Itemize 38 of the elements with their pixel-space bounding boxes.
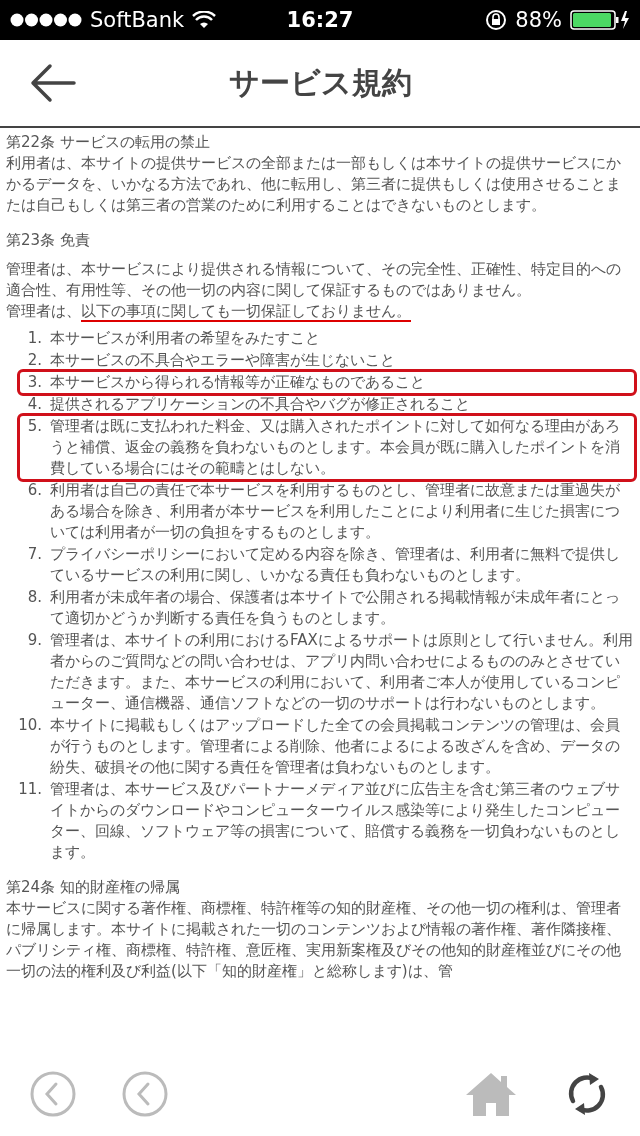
battery-icon xyxy=(570,10,630,30)
section-paragraph: 管理者は、以下の事項に関しても一切保証しておりません。 xyxy=(6,301,412,322)
list-number: 6. xyxy=(26,480,43,501)
list-item-text: 本サービスの不具合やエラーや障害が生じないこと xyxy=(50,350,396,371)
list-item-text: プライバシーポリシーにおいて定める内容を除き、管理者は、利用者に無料で提供しているサービスの利用に関し、いかなる責任も負わないものとします。 xyxy=(50,544,621,586)
list-number: 8. xyxy=(26,587,43,608)
list-number: 10. xyxy=(17,715,43,736)
list-item-text: 提供されるアプリケーションの不具合やバグが修正されること xyxy=(50,394,471,415)
list-item-text: 管理者は、本サイトの利用におけるFAXによるサポートは原則として行いません。利用者からのご質問などの問い合わせは、アプリ内問い合わせによるもののみとさせていただきます。また、本サービスの利用において、利用者ご本人が使用しているコンピューター、通信機器、通信ソフトなどの一切のサポートは行わないものとします。 xyxy=(50,630,634,714)
list-number: 2. xyxy=(26,350,43,371)
list-number: 9. xyxy=(26,630,43,651)
list-item-text: 利用者が未成年者の場合、保護者は本サイトで公開される掲載情報が未成年者にとって適切かどうか判断する責任を負うものとします。 xyxy=(50,587,621,629)
section-paragraph: 本サービスに関する著作権、商標権、特許権等の知的財産権、その他一切の権利は、管理者に帰属します。本サイトに掲載された一切のコンテンツおよび情報の著作権、著作隣接権、パブリシティ権、商標権、特許権、意匠権、実用新案権及びその他知的財産権並びにその他一切の法的権利及び利益(以下「知的財産権」と総称します)は、管 xyxy=(6,898,622,982)
back-button[interactable] xyxy=(30,63,76,103)
list-number: 4. xyxy=(26,394,43,415)
list-number: 1. xyxy=(26,328,43,349)
battery-percentage: 88% xyxy=(515,8,562,32)
section-heading: 第23条 免責 xyxy=(6,230,91,251)
list-item-text: 管理者は、本サービス及びパートナーメディア並びに広告主を含む第三者のウェブサイトからのダウンロードやコンピューターウイルス感染等により発生したコンピューター、回線、ソフトウェア等の損害について、賠償する義務を一切負わないものとします。 xyxy=(50,779,621,863)
carrier-name: SoftBank xyxy=(90,8,185,32)
list-item-text: 管理者は既に支払われた料金、又は購入されたポイントに対して如何なる理由があろうと補償、返金の義務を負わないものとします。本会員が既に購入したポイントを消費している場合にはその範疇とはしない。 xyxy=(50,416,621,479)
clock-time: 16:27 xyxy=(286,8,354,32)
section-heading: 第24条 知的財産権の帰属 xyxy=(6,877,181,898)
page-title: サービス規約 xyxy=(228,64,412,100)
list-number: 11. xyxy=(17,779,43,800)
list-item-text: 利用者は自己の責任で本サービスを利用するものとし、管理者に故意または重過失がある場合を除き、利用者が本サービスを利用したことにより利用者に生じた損害については利用者が一切の負担をするものとします。 xyxy=(50,480,621,543)
list-item-text: 本サービスから得られる情報等が正確なものであること xyxy=(50,372,426,393)
signal-icon xyxy=(10,13,82,27)
list-item-text: 本サイトに掲載もしくはアップロードした全ての会員掲載コンテンツの管理は、会員が行うものとします。管理者による削除、他者によるによる改ざんを含め、データの紛失、破損その他に関する責任を管理者は負わないものとします。 xyxy=(50,715,621,778)
list-item-text: 本サービスが利用者の希望をみたすこと xyxy=(50,328,321,349)
section-paragraph: 利用者は、本サイトの提供サービスの全部または一部もしくは本サイトの提供サービスにかかるデータを、いかなる方法であれ、他に転用し、第三者に提供もしくは使用させることまたは自己もしくは第三者の営業のために利用することはできないものとします。 xyxy=(6,153,622,216)
section-paragraph: 管理者は、本サービスにより提供される情報について、その完全性、正確性、特定目的への適合性、有用性等、その他一切の内容に関して保証するものではありません。 xyxy=(6,259,622,301)
wifi-icon xyxy=(192,11,217,29)
list-number: 5. xyxy=(26,416,43,437)
rotation-lock-icon xyxy=(485,9,508,31)
list-number: 7. xyxy=(26,544,43,565)
section-heading: 第22条 サービスの転用の禁止 xyxy=(6,132,211,153)
list-number: 3. xyxy=(26,372,43,393)
